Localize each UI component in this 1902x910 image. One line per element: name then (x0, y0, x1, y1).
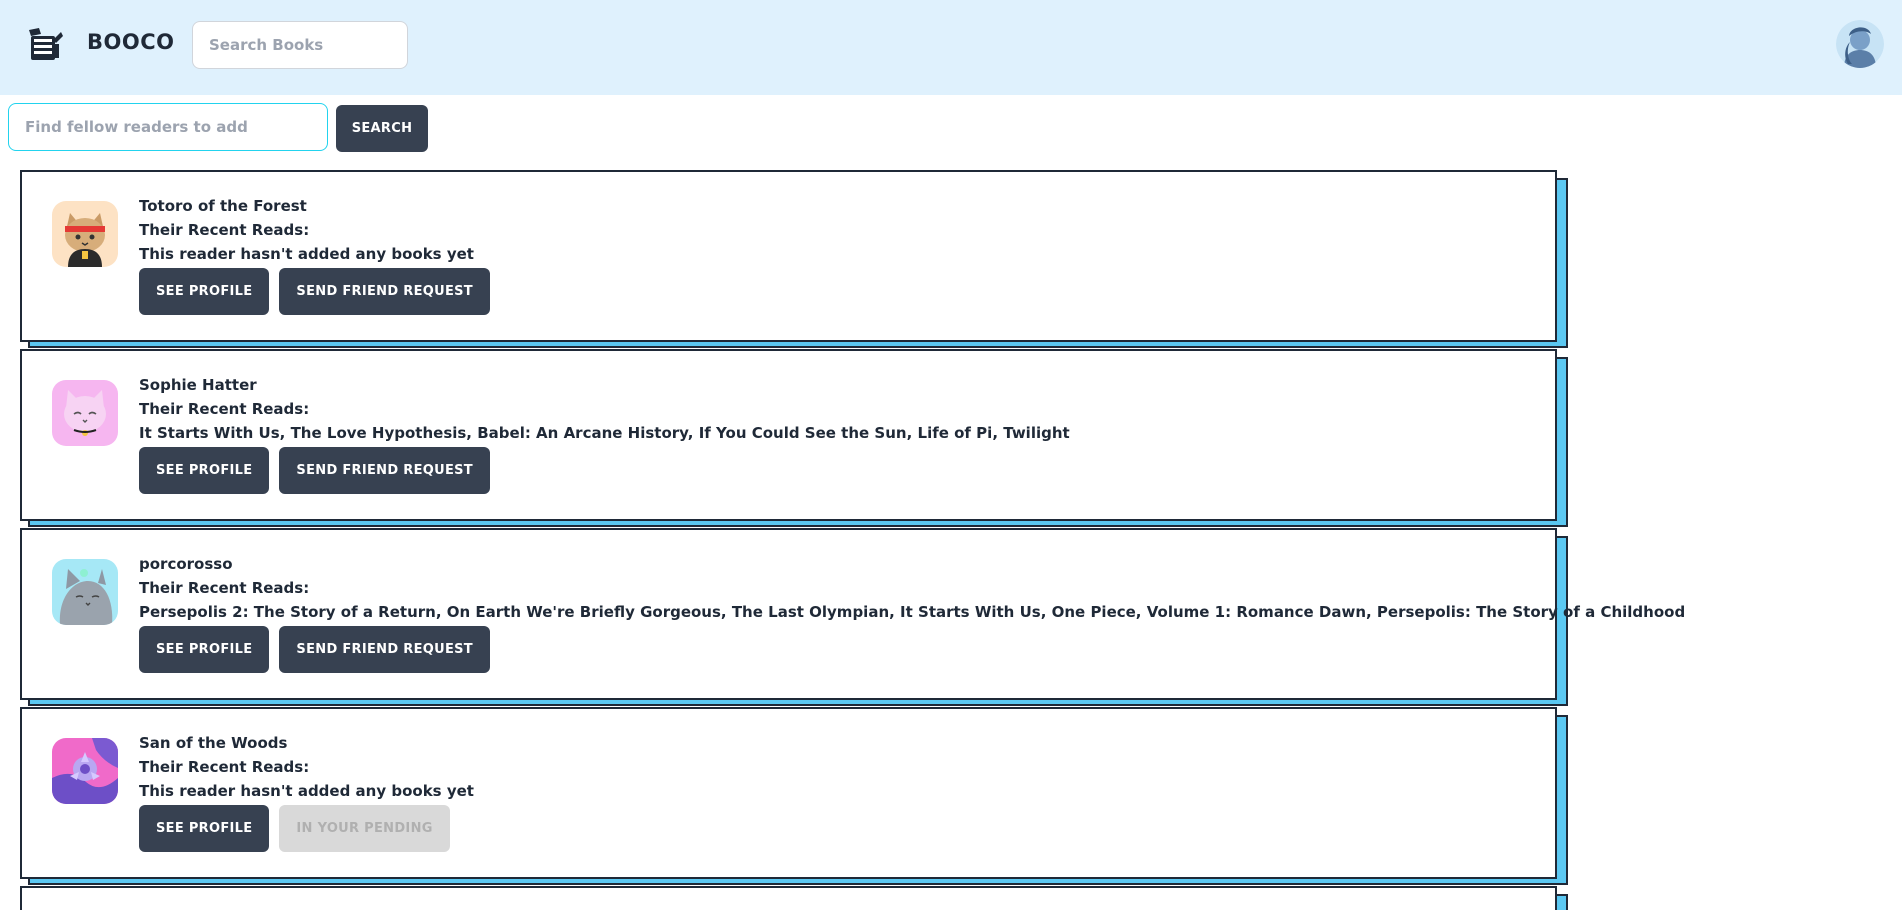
grey-cat-avatar (52, 559, 118, 625)
reader-name: porcorosso (139, 555, 233, 573)
in-your-pending-button: IN YOUR PENDING (279, 805, 450, 852)
recent-reads-list: This reader hasn't added any books yet (139, 245, 474, 263)
reader-card-body: San of the Woods Their Recent Reads: Thi… (20, 707, 1557, 879)
reader-name: Totoro of the Forest (139, 197, 307, 215)
reader-card: porcorosso Their Recent Reads: Persepoli… (20, 528, 1685, 706)
pink-cat-avatar (52, 380, 118, 446)
reader-card-body (20, 886, 1557, 910)
recent-reads-list: This reader hasn't added any books yet (139, 782, 474, 800)
find-readers-input[interactable] (8, 103, 328, 151)
search-button[interactable]: SEARCH (336, 105, 428, 152)
reader-card-body: porcorosso Their Recent Reads: Persepoli… (20, 528, 1685, 700)
purple-abstract-avatar (52, 738, 118, 804)
recent-reads-label: Their Recent Reads: (139, 758, 310, 776)
reader-card: Sophie Hatter Their Recent Reads: It Sta… (20, 349, 1570, 527)
brand-name[interactable]: BOOCO (87, 30, 174, 54)
cat-headband-avatar (52, 201, 118, 267)
see-profile-button[interactable]: SEE PROFILE (139, 268, 270, 315)
reader-card-partial (20, 886, 1570, 910)
reader-list: Totoro of the Forest Their Recent Reads:… (20, 170, 1685, 886)
reader-card: Totoro of the Forest Their Recent Reads:… (20, 170, 1570, 348)
recent-reads-list: It Starts With Us, The Love Hypothesis, … (139, 424, 1070, 442)
see-profile-button[interactable]: SEE PROFILE (139, 447, 270, 494)
see-profile-button[interactable]: SEE PROFILE (139, 626, 270, 673)
books-logo-icon[interactable] (25, 24, 65, 64)
reader-name: San of the Woods (139, 734, 288, 752)
recent-reads-label: Their Recent Reads: (139, 221, 310, 239)
send-friend-request-button[interactable]: SEND FRIEND REQUEST (279, 626, 490, 673)
reader-name: Sophie Hatter (139, 376, 257, 394)
search-books-input[interactable] (192, 21, 408, 69)
top-header: BOOCO (0, 0, 1902, 95)
reader-card-body: Totoro of the Forest Their Recent Reads:… (20, 170, 1557, 342)
user-avatar[interactable] (1836, 20, 1884, 68)
send-friend-request-button[interactable]: SEND FRIEND REQUEST (279, 268, 490, 315)
reader-card: San of the Woods Their Recent Reads: Thi… (20, 707, 1570, 885)
send-friend-request-button[interactable]: SEND FRIEND REQUEST (279, 447, 490, 494)
recent-reads-label: Their Recent Reads: (139, 400, 310, 418)
see-profile-button[interactable]: SEE PROFILE (139, 805, 270, 852)
recent-reads-list: Persepolis 2: The Story of a Return, On … (139, 603, 1686, 621)
recent-reads-label: Their Recent Reads: (139, 579, 310, 597)
reader-card-body: Sophie Hatter Their Recent Reads: It Sta… (20, 349, 1557, 521)
